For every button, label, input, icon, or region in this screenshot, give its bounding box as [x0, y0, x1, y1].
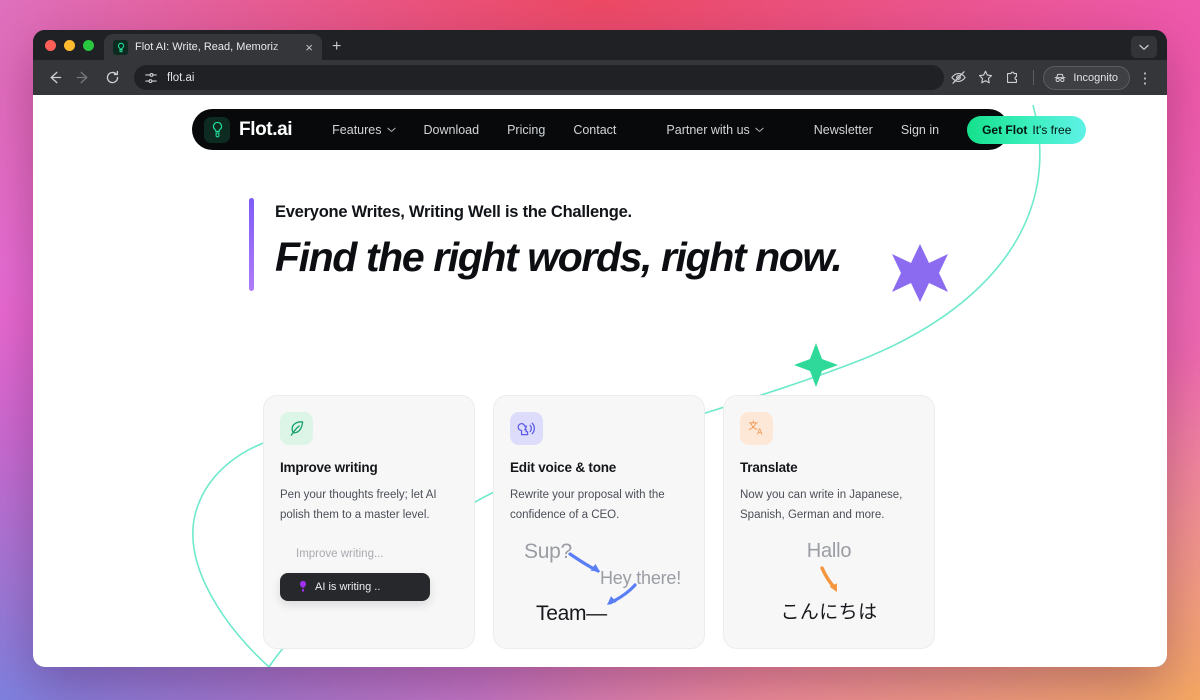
hero-kicker: Everyone Writes, Writing Well is the Cha…	[275, 203, 632, 221]
site-settings-icon	[145, 72, 157, 83]
maximize-window-button[interactable]	[83, 39, 94, 51]
decorative-curve-left	[192, 440, 270, 667]
nav-item-partner-with-us[interactable]: Partner with us	[630, 123, 777, 137]
incognito-indicator[interactable]: Incognito	[1043, 65, 1130, 90]
address-bar-url: flot.ai	[167, 71, 195, 84]
nav-item-contact[interactable]: Contact	[559, 123, 630, 137]
browser-window: Flot AI: Write, Read, Memoriz × + flot.a…	[33, 30, 1167, 667]
nav-item-label: Contact	[573, 122, 617, 137]
window-traffic-lights	[43, 30, 104, 60]
nav-item-pricing[interactable]: Pricing	[493, 123, 559, 137]
translate-target-text: こんにちは	[780, 601, 878, 623]
card-description: Now you can write in Japanese, Spanish, …	[740, 489, 903, 521]
page-viewport: Flot.ai Features Download Pricing Contac…	[33, 95, 1167, 667]
tracking-protection-eye-off-icon[interactable]	[946, 66, 970, 90]
decorative-star-purple	[892, 244, 948, 302]
voice-tone-demo: Sup? Hey there! Team—	[510, 540, 688, 632]
hero-section: Everyone Writes, Writing Well is the Cha…	[249, 198, 843, 291]
nav-links: Features Download Pricing Contact Partne…	[318, 123, 887, 137]
tab-title: Flot AI: Write, Read, Memoriz	[135, 41, 279, 53]
feature-card-grid: Improve writing Pen your thoughts freely…	[263, 395, 936, 667]
tab-favicon-icon	[113, 39, 128, 55]
browser-menu-icon[interactable]: ⋮	[1133, 66, 1157, 90]
card-title: Improve writing	[280, 460, 378, 475]
feature-card-translate[interactable]: 文A Translate Now you can write in Japane…	[723, 395, 935, 649]
browser-tab[interactable]: Flot AI: Write, Read, Memoriz ×	[104, 34, 322, 60]
bulb-icon	[299, 580, 307, 592]
card-description: Rewrite your proposal with the confidenc…	[510, 489, 665, 521]
bulb-icon	[204, 116, 230, 143]
translate-source-text: Hallo	[806, 539, 852, 562]
bookmark-star-icon[interactable]	[973, 66, 997, 90]
ai-writing-status-pill: AI is writing ..	[280, 572, 430, 601]
incognito-icon	[1054, 73, 1066, 82]
hero-title: Find the right words, right now.	[275, 234, 843, 280]
new-tab-button[interactable]: +	[332, 39, 341, 55]
nav-item-features[interactable]: Features	[318, 123, 409, 137]
toolbar-divider	[1033, 70, 1035, 85]
improve-writing-placeholder: Improve writing...	[296, 547, 384, 560]
card-description: Pen your thoughts freely; let AI polish …	[280, 489, 437, 521]
tab-search-chevron-down-icon[interactable]	[1131, 36, 1157, 58]
toolbar-actions: Incognito ⋮	[946, 65, 1157, 90]
get-flot-button[interactable]: Get Flot It's free	[967, 115, 1087, 144]
nav-item-download[interactable]: Download	[410, 123, 494, 137]
extensions-puzzle-icon[interactable]	[1000, 66, 1024, 90]
improve-writing-demo: Improve writing... AI is writing ..	[280, 548, 458, 601]
cta-strong-label: Get Flot	[982, 122, 1028, 137]
translate-demo: Hallo こんにちは	[740, 540, 918, 632]
feather-icon	[280, 412, 313, 445]
close-tab-icon[interactable]: ×	[304, 41, 314, 54]
forward-button-icon[interactable]	[70, 64, 97, 91]
translate-arrow-icon	[740, 563, 918, 597]
card-title: Edit voice & tone	[510, 460, 617, 475]
chevron-down-icon	[755, 127, 764, 133]
close-window-button[interactable]	[45, 39, 56, 51]
nav-item-newsletter[interactable]: Newsletter	[778, 123, 887, 137]
nav-item-label: Newsletter	[813, 122, 873, 137]
brand-name: Flot.ai	[239, 118, 293, 140]
browser-toolbar: flot.ai Incognito ⋮	[33, 60, 1167, 95]
feature-card-edit-voice-tone[interactable]: Edit voice & tone Rewrite your proposal …	[493, 395, 705, 649]
voice-demo-arrows	[568, 551, 637, 605]
site-navbar: Flot.ai Features Download Pricing Contac…	[192, 109, 1087, 150]
incognito-label: Incognito	[1073, 71, 1118, 84]
translate-icon: 文A	[740, 412, 773, 445]
cta-light-label: It's free	[1032, 122, 1072, 137]
nav-actions: Sign in Get Flot It's free	[887, 115, 1087, 144]
svg-text:A: A	[757, 427, 763, 436]
minimize-window-button[interactable]	[64, 39, 75, 51]
nav-item-label: Features	[332, 122, 382, 137]
sign-in-label: Sign in	[900, 122, 940, 137]
nav-item-label: Partner with us	[666, 122, 750, 137]
tab-strip: Flot AI: Write, Read, Memoriz × +	[33, 30, 1167, 60]
ai-writing-status-text: AI is writing ..	[315, 580, 381, 593]
sign-in-link[interactable]: Sign in	[887, 123, 953, 137]
chevron-down-icon	[386, 127, 396, 133]
back-button-icon[interactable]	[41, 64, 68, 91]
brand[interactable]: Flot.ai	[204, 116, 293, 143]
address-bar[interactable]: flot.ai	[134, 65, 945, 90]
speaking-head-icon	[510, 412, 543, 445]
card-title: Translate	[740, 460, 798, 475]
decorative-sparkle-green	[794, 343, 838, 387]
feature-card-improve-writing[interactable]: Improve writing Pen your thoughts freely…	[263, 395, 475, 649]
nav-item-label: Pricing	[507, 122, 546, 137]
nav-item-label: Download	[423, 122, 480, 137]
hero-accent-bar	[249, 198, 254, 291]
reload-button-icon[interactable]	[99, 64, 126, 91]
